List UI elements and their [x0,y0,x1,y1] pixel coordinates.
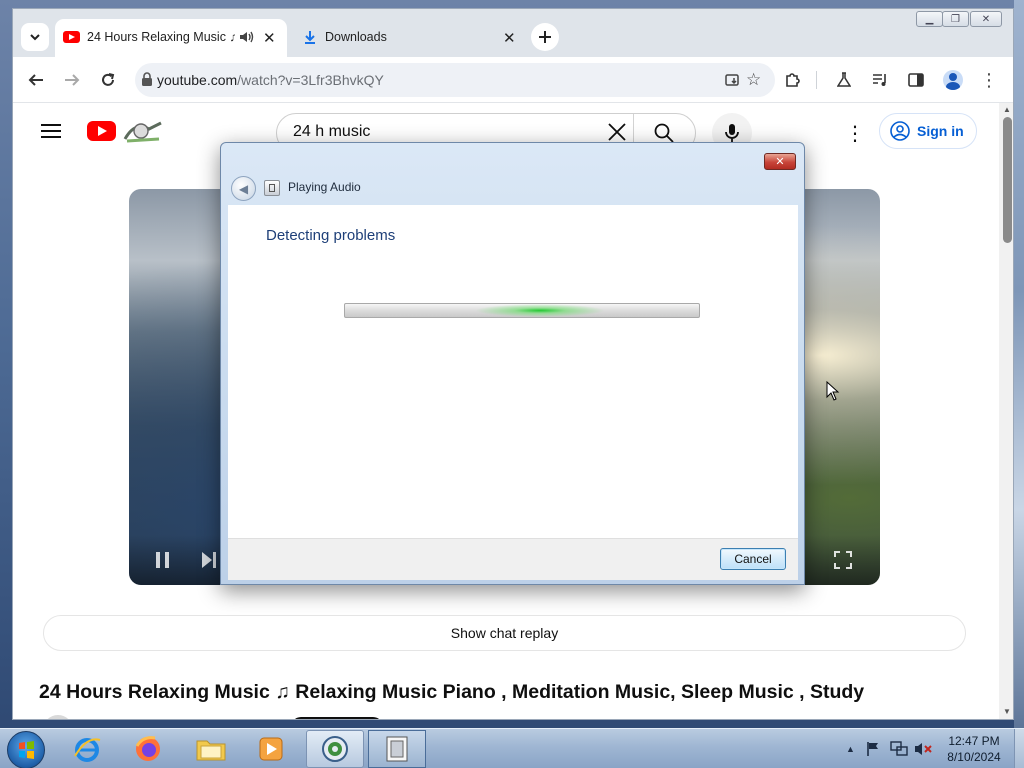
download-icon [303,30,317,50]
taskbar: ▲ 12:47 PM 8/10/2024 [0,728,1024,768]
dialog-body: Detecting problems [228,205,798,538]
progress-bar [344,303,700,318]
window-close-icon[interactable]: ✕ [970,11,1002,27]
channel-avatar[interactable] [43,715,73,719]
url-host: youtube.com [157,72,238,88]
video-title: 24 Hours Relaxing Music ♫ Relaxing Music… [39,681,865,703]
hamburger-menu-icon[interactable] [41,123,61,144]
close-tab-icon[interactable]: ✕ [263,29,276,47]
forward-arrow-icon[interactable] [57,65,87,95]
speaker-icon[interactable] [239,30,255,49]
extensions-icon[interactable] [777,65,807,95]
fullscreen-icon[interactable] [834,551,852,574]
start-button[interactable] [7,731,45,768]
scrollbar-thumb[interactable] [1003,117,1012,243]
cancel-button[interactable]: Cancel [720,548,786,570]
back-arrow-icon[interactable] [21,65,51,95]
desktop-wallpaper [1014,0,1024,728]
scroll-up-icon[interactable]: ▲ [1003,105,1011,114]
address-bar[interactable]: youtube.com/watch?v=3Lfr3BhvkQY ☆ [135,63,775,97]
side-panel-icon[interactable] [901,65,931,95]
tab-strip: 24 Hours Relaxing Music ♫ ✕ Downloads ✕ … [13,9,1013,57]
dialog-title: Playing Audio [288,180,361,194]
tab-search-chevron-icon[interactable] [21,23,49,51]
search-input[interactable]: 24 h music [293,123,370,141]
settings-more-icon[interactable]: ⋮ [845,121,865,146]
network-icon[interactable] [890,741,908,760]
subscribe-button[interactable] [291,717,383,719]
url-path: /watch?v=3Lfr3BhvkQY [237,72,384,88]
media-player-icon[interactable] [244,730,298,768]
sign-in-label: Sign in [917,123,964,139]
install-app-icon[interactable] [725,72,741,93]
youtube-favicon-icon [63,31,80,43]
internet-explorer-icon[interactable] [60,730,114,768]
troubleshooter-dialog: ✕ ◀ Playing Audio Detecting problems Can… [220,142,805,585]
youtube-logo-icon[interactable] [87,121,116,141]
tab-youtube[interactable]: 24 Hours Relaxing Music ♫ ✕ [55,19,287,57]
clock-date[interactable]: 8/10/2024 [934,750,1014,764]
dialog-footer: Cancel [228,538,798,580]
reload-icon[interactable] [93,65,123,95]
progress-indicator [475,304,605,317]
restore-icon[interactable]: ❐ [942,11,969,27]
windows-logo-icon [19,741,34,759]
back-arrow-icon[interactable]: ◀ [231,176,256,201]
troubleshooter-icon[interactable] [306,730,364,768]
next-video-icon[interactable] [201,551,217,574]
tab-downloads[interactable]: Downloads ✕ [295,19,527,57]
tab-title: Downloads [325,30,387,44]
site-info-icon[interactable] [141,72,153,92]
labs-flask-icon[interactable] [829,65,859,95]
show-hidden-icons-icon[interactable]: ▲ [846,744,855,754]
volume-muted-icon[interactable] [914,741,932,760]
account-circle-icon [890,121,910,141]
show-chat-replay-button[interactable]: Show chat replay [43,615,966,651]
youtube-doodle-icon[interactable] [121,117,165,150]
dialog-close-icon[interactable]: ✕ [764,153,796,170]
media-control-icon[interactable] [865,65,895,95]
scroll-down-icon[interactable]: ▼ [1003,707,1011,716]
sign-in-button[interactable]: Sign in [879,113,977,149]
clock-time[interactable]: 12:47 PM [934,734,1014,748]
pause-icon[interactable] [155,551,171,574]
bookmark-star-icon[interactable]: ☆ [746,70,761,90]
close-tab-icon[interactable]: ✕ [503,29,516,47]
toolbar-divider [816,71,817,89]
profile-avatar-icon[interactable] [938,65,968,95]
troubleshooter-icon [264,180,280,196]
show-desktop-button[interactable] [1014,729,1024,768]
troubleshooter-window-icon[interactable] [368,730,426,768]
browser-menu-icon[interactable]: ⋮ [974,65,1004,95]
dialog-heading: Detecting problems [266,227,396,244]
mouse-cursor-icon [826,380,840,407]
minimize-icon[interactable]: ▁ [916,11,943,27]
browser-toolbar: youtube.com/watch?v=3Lfr3BhvkQY ☆ ⋮ [13,57,1013,103]
url-text[interactable]: youtube.com/watch?v=3Lfr3BhvkQY [157,72,384,88]
action-center-flag-icon[interactable] [866,741,880,760]
tab-title: 24 Hours Relaxing Music ♫ [87,30,235,44]
firefox-icon[interactable] [121,730,175,768]
file-explorer-icon[interactable] [184,730,238,768]
page-scrollbar[interactable]: ▲ ▼ [999,103,1013,719]
new-tab-icon[interactable] [531,23,559,51]
